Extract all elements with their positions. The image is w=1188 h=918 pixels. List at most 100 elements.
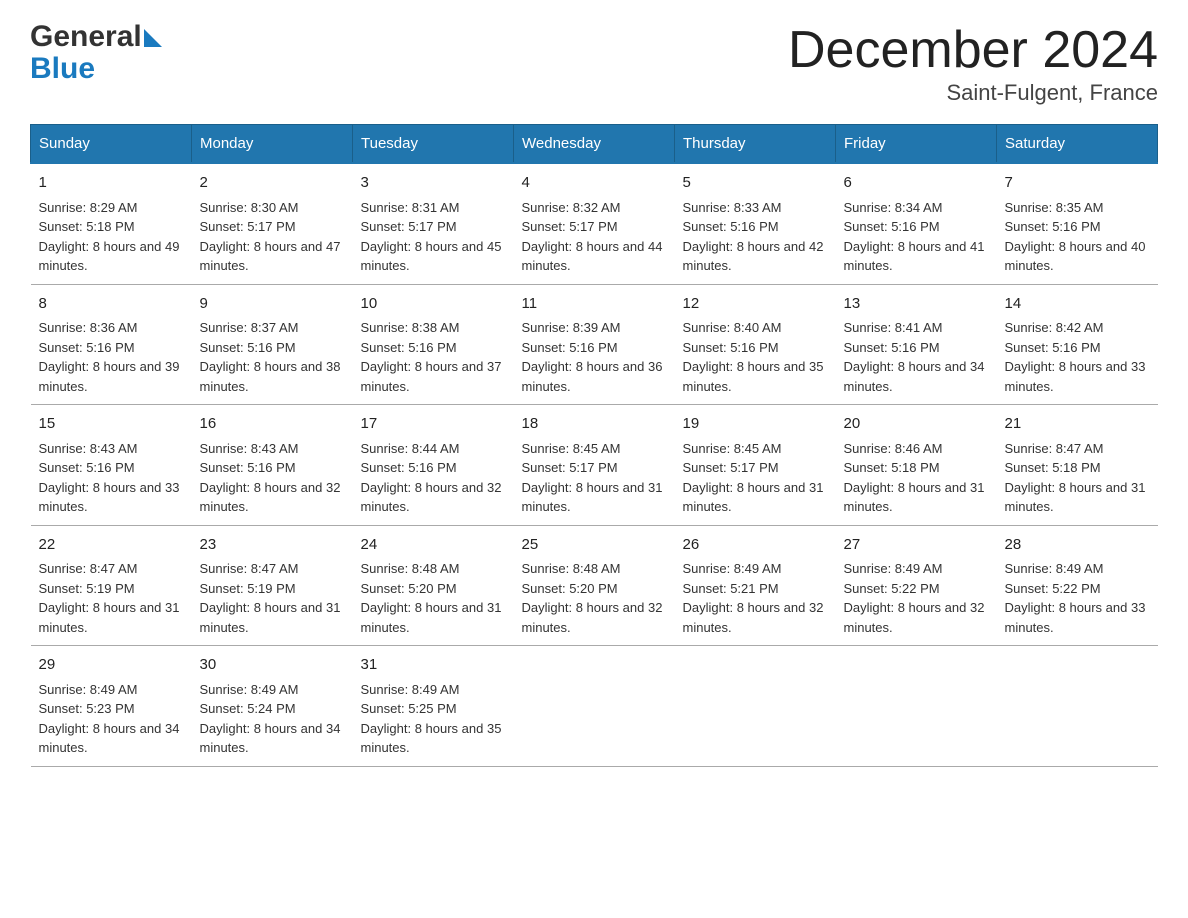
calendar-day-cell: 9 Sunrise: 8:37 AM Sunset: 5:16 PM Dayli… — [192, 284, 353, 405]
daylight-info: Daylight: 8 hours and 38 minutes. — [200, 359, 341, 394]
day-number: 12 — [683, 293, 828, 316]
daylight-info: Daylight: 8 hours and 31 minutes. — [522, 480, 663, 515]
page-header: General Blue December 2024 Saint-Fulgent… — [30, 20, 1158, 106]
logo-general-text: General — [30, 20, 142, 54]
sunrise-info: Sunrise: 8:38 AM — [361, 320, 460, 335]
day-number: 28 — [1005, 534, 1150, 557]
sunrise-info: Sunrise: 8:32 AM — [522, 200, 621, 215]
day-number: 10 — [361, 293, 506, 316]
sunset-info: Sunset: 5:18 PM — [39, 219, 135, 234]
calendar-day-cell: 8 Sunrise: 8:36 AM Sunset: 5:16 PM Dayli… — [31, 284, 192, 405]
sunrise-info: Sunrise: 8:47 AM — [200, 561, 299, 576]
day-of-week-header: Monday — [192, 125, 353, 164]
calendar-day-cell — [836, 646, 997, 767]
daylight-info: Daylight: 8 hours and 32 minutes. — [522, 600, 663, 635]
calendar-day-cell: 23 Sunrise: 8:47 AM Sunset: 5:19 PM Dayl… — [192, 525, 353, 646]
daylight-info: Daylight: 8 hours and 34 minutes. — [200, 721, 341, 756]
sunrise-info: Sunrise: 8:49 AM — [844, 561, 943, 576]
sunset-info: Sunset: 5:16 PM — [39, 460, 135, 475]
daylight-info: Daylight: 8 hours and 36 minutes. — [522, 359, 663, 394]
sunrise-info: Sunrise: 8:46 AM — [844, 441, 943, 456]
calendar-day-cell: 27 Sunrise: 8:49 AM Sunset: 5:22 PM Dayl… — [836, 525, 997, 646]
sunrise-info: Sunrise: 8:33 AM — [683, 200, 782, 215]
calendar-day-cell: 21 Sunrise: 8:47 AM Sunset: 5:18 PM Dayl… — [997, 405, 1158, 526]
day-number: 24 — [361, 534, 506, 557]
day-number: 22 — [39, 534, 184, 557]
logo-area: General Blue — [30, 20, 162, 86]
calendar-day-cell: 19 Sunrise: 8:45 AM Sunset: 5:17 PM Dayl… — [675, 405, 836, 526]
calendar-week-row: 15 Sunrise: 8:43 AM Sunset: 5:16 PM Dayl… — [31, 405, 1158, 526]
calendar-week-row: 29 Sunrise: 8:49 AM Sunset: 5:23 PM Dayl… — [31, 646, 1158, 767]
sunrise-info: Sunrise: 8:47 AM — [1005, 441, 1104, 456]
calendar-day-cell — [997, 646, 1158, 767]
day-of-week-header: Thursday — [675, 125, 836, 164]
sunset-info: Sunset: 5:16 PM — [361, 460, 457, 475]
sunset-info: Sunset: 5:16 PM — [39, 340, 135, 355]
sunrise-info: Sunrise: 8:31 AM — [361, 200, 460, 215]
sunset-info: Sunset: 5:18 PM — [844, 460, 940, 475]
sunset-info: Sunset: 5:16 PM — [844, 219, 940, 234]
calendar-day-cell: 2 Sunrise: 8:30 AM Sunset: 5:17 PM Dayli… — [192, 163, 353, 284]
sunset-info: Sunset: 5:16 PM — [1005, 219, 1101, 234]
calendar-day-cell: 3 Sunrise: 8:31 AM Sunset: 5:17 PM Dayli… — [353, 163, 514, 284]
calendar-day-cell: 15 Sunrise: 8:43 AM Sunset: 5:16 PM Dayl… — [31, 405, 192, 526]
sunset-info: Sunset: 5:25 PM — [361, 701, 457, 716]
sunset-info: Sunset: 5:17 PM — [200, 219, 296, 234]
day-of-week-header: Sunday — [31, 125, 192, 164]
day-of-week-header: Friday — [836, 125, 997, 164]
calendar-week-row: 1 Sunrise: 8:29 AM Sunset: 5:18 PM Dayli… — [31, 163, 1158, 284]
daylight-info: Daylight: 8 hours and 39 minutes. — [39, 359, 180, 394]
daylight-info: Daylight: 8 hours and 49 minutes. — [39, 239, 180, 274]
sunset-info: Sunset: 5:21 PM — [683, 581, 779, 596]
calendar-day-cell: 26 Sunrise: 8:49 AM Sunset: 5:21 PM Dayl… — [675, 525, 836, 646]
sunset-info: Sunset: 5:17 PM — [522, 460, 618, 475]
calendar-day-cell: 31 Sunrise: 8:49 AM Sunset: 5:25 PM Dayl… — [353, 646, 514, 767]
sunset-info: Sunset: 5:16 PM — [683, 340, 779, 355]
logo-arrow-icon — [144, 29, 162, 47]
sunset-info: Sunset: 5:17 PM — [522, 219, 618, 234]
day-number: 25 — [522, 534, 667, 557]
calendar-day-cell — [514, 646, 675, 767]
sunrise-info: Sunrise: 8:44 AM — [361, 441, 460, 456]
day-number: 31 — [361, 654, 506, 677]
sunrise-info: Sunrise: 8:39 AM — [522, 320, 621, 335]
sunrise-info: Sunrise: 8:48 AM — [361, 561, 460, 576]
sunrise-info: Sunrise: 8:49 AM — [1005, 561, 1104, 576]
daylight-info: Daylight: 8 hours and 32 minutes. — [200, 480, 341, 515]
calendar-day-cell: 14 Sunrise: 8:42 AM Sunset: 5:16 PM Dayl… — [997, 284, 1158, 405]
calendar-day-cell: 28 Sunrise: 8:49 AM Sunset: 5:22 PM Dayl… — [997, 525, 1158, 646]
calendar-day-cell: 6 Sunrise: 8:34 AM Sunset: 5:16 PM Dayli… — [836, 163, 997, 284]
day-number: 30 — [200, 654, 345, 677]
sunrise-info: Sunrise: 8:42 AM — [1005, 320, 1104, 335]
daylight-info: Daylight: 8 hours and 42 minutes. — [683, 239, 824, 274]
calendar-day-cell: 20 Sunrise: 8:46 AM Sunset: 5:18 PM Dayl… — [836, 405, 997, 526]
sunrise-info: Sunrise: 8:47 AM — [39, 561, 138, 576]
day-number: 2 — [200, 172, 345, 195]
day-number: 20 — [844, 413, 989, 436]
sunrise-info: Sunrise: 8:43 AM — [39, 441, 138, 456]
calendar-day-cell: 10 Sunrise: 8:38 AM Sunset: 5:16 PM Dayl… — [353, 284, 514, 405]
day-number: 8 — [39, 293, 184, 316]
day-of-week-header: Tuesday — [353, 125, 514, 164]
sunrise-info: Sunrise: 8:49 AM — [39, 682, 138, 697]
sunset-info: Sunset: 5:17 PM — [361, 219, 457, 234]
sunset-info: Sunset: 5:16 PM — [844, 340, 940, 355]
calendar-table: SundayMondayTuesdayWednesdayThursdayFrid… — [30, 124, 1158, 767]
page-title: December 2024 — [788, 20, 1158, 80]
sunrise-info: Sunrise: 8:49 AM — [361, 682, 460, 697]
day-number: 29 — [39, 654, 184, 677]
calendar-day-cell: 18 Sunrise: 8:45 AM Sunset: 5:17 PM Dayl… — [514, 405, 675, 526]
sunrise-info: Sunrise: 8:40 AM — [683, 320, 782, 335]
sunset-info: Sunset: 5:22 PM — [1005, 581, 1101, 596]
sunrise-info: Sunrise: 8:36 AM — [39, 320, 138, 335]
daylight-info: Daylight: 8 hours and 35 minutes. — [683, 359, 824, 394]
sunrise-info: Sunrise: 8:49 AM — [200, 682, 299, 697]
day-number: 16 — [200, 413, 345, 436]
sunrise-info: Sunrise: 8:30 AM — [200, 200, 299, 215]
sunrise-info: Sunrise: 8:43 AM — [200, 441, 299, 456]
calendar-header-row: SundayMondayTuesdayWednesdayThursdayFrid… — [31, 125, 1158, 164]
calendar-day-cell: 13 Sunrise: 8:41 AM Sunset: 5:16 PM Dayl… — [836, 284, 997, 405]
day-number: 4 — [522, 172, 667, 195]
day-number: 11 — [522, 293, 667, 316]
calendar-day-cell — [675, 646, 836, 767]
